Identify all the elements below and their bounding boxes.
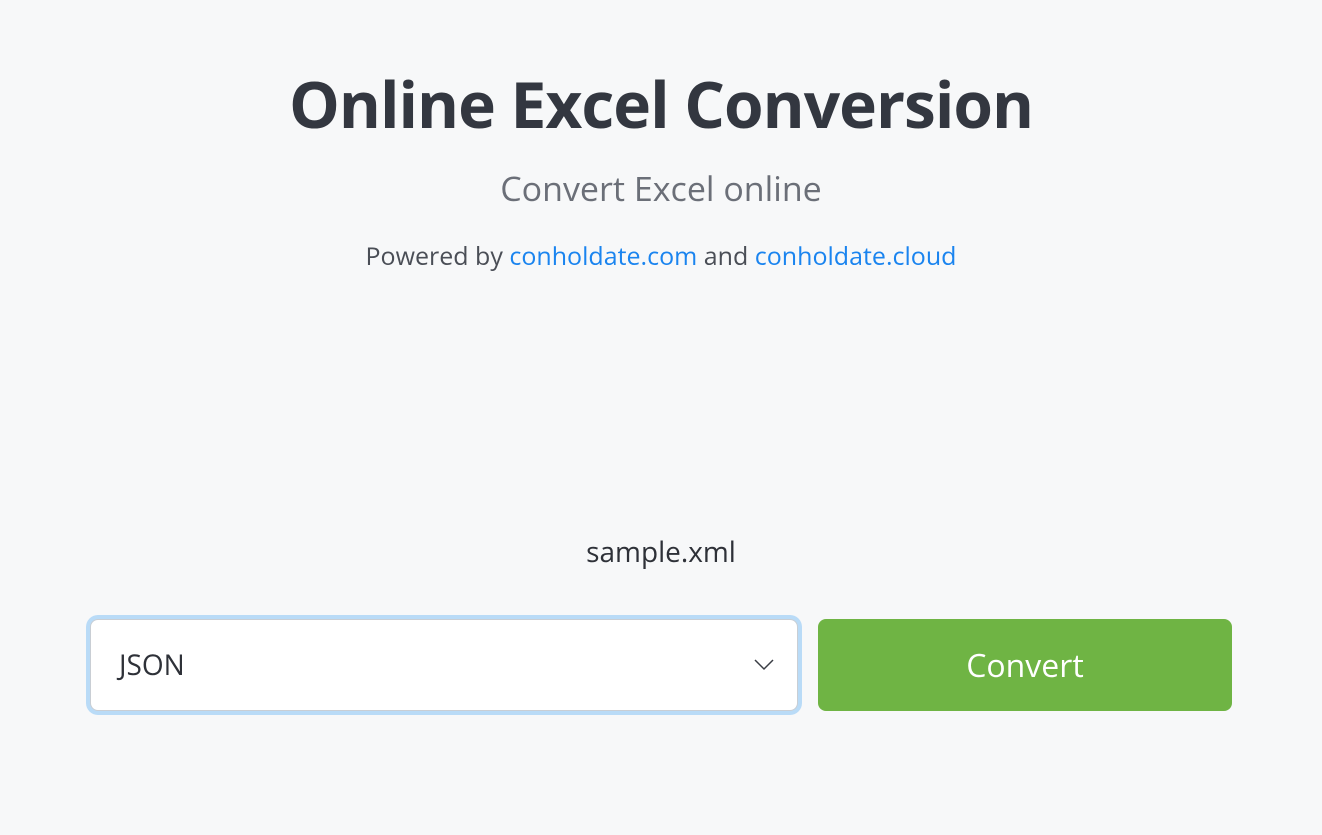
file-name-label: sample.xml	[0, 533, 1322, 571]
page-title: Online Excel Conversion	[0, 60, 1322, 147]
conholdate-com-link[interactable]: conholdate.com	[509, 239, 697, 273]
controls-row: JSON Convert	[0, 619, 1322, 711]
powered-by-text: Powered by conholdate.com and conholdate…	[0, 239, 1322, 273]
powered-by-prefix: Powered by	[366, 239, 510, 273]
main-container: Online Excel Conversion Convert Excel on…	[0, 0, 1322, 711]
page-subtitle: Convert Excel online	[0, 165, 1322, 211]
format-select[interactable]: JSON	[90, 619, 798, 711]
and-text: and	[697, 239, 755, 273]
conholdate-cloud-link[interactable]: conholdate.cloud	[755, 239, 957, 273]
convert-button[interactable]: Convert	[818, 619, 1232, 711]
format-select-wrapper: JSON	[90, 619, 798, 711]
